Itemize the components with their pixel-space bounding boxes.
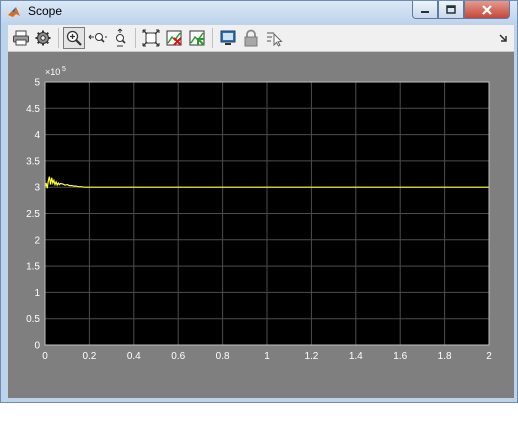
x-tick-label: 0.8	[216, 351, 230, 362]
scope-window: Scope 0 0.2 0.4 0.6 0.8 1 1.2 1.4 1.6 1.…	[0, 0, 518, 439]
maximize-button[interactable]	[438, 1, 464, 19]
zoom-y-button[interactable]	[109, 27, 131, 49]
parameters-button[interactable]	[32, 27, 54, 49]
print-button[interactable]	[10, 27, 32, 49]
y-exponent-label: ×10	[45, 67, 60, 77]
window-title: Scope	[28, 4, 63, 18]
select-signals-button[interactable]	[217, 27, 239, 49]
dock-button[interactable]	[494, 27, 512, 49]
y-tick-label: 4.5	[26, 104, 40, 115]
matlab-icon	[8, 7, 20, 17]
x-tick-label: 0.6	[171, 351, 185, 362]
x-tick-label: 1.6	[393, 351, 407, 362]
y-tick-label: 4	[34, 130, 40, 141]
toolbar-separator	[58, 28, 59, 48]
y-tick-label: 2	[34, 235, 40, 246]
close-icon	[482, 4, 492, 15]
printer-icon	[13, 30, 29, 46]
autoscale-icon	[142, 29, 160, 47]
zoom-in-icon	[66, 30, 82, 46]
x-tick-label: 0.4	[127, 351, 141, 362]
zoom-in-button[interactable]	[63, 27, 85, 49]
y-tick-label: 3	[34, 183, 40, 194]
time-offset-label: Time offset:	[17, 428, 69, 439]
cursor-icon	[267, 32, 283, 47]
save-axes-button[interactable]	[163, 27, 185, 49]
x-tick-label: 1.2	[304, 351, 318, 362]
scope-display: 0 0.2 0.4 0.6 0.8 1 1.2 1.4 1.6 1.8 2 0 0.5 1 1.5 2 2.5 3…	[8, 52, 514, 439]
save-axes-icon	[166, 30, 182, 46]
maximize-icon	[446, 4, 456, 14]
signal-select-icon	[220, 30, 236, 45]
restore-axes-button[interactable]	[186, 27, 208, 49]
x-tick-label: 0	[42, 351, 48, 362]
y-tick-label: 1	[34, 288, 40, 299]
signal-selection-button[interactable]	[263, 27, 285, 49]
lock-icon	[244, 29, 258, 47]
y-exponent-power: 5	[62, 66, 66, 73]
x-tick-label: 0.2	[82, 351, 96, 362]
close-button[interactable]	[464, 1, 510, 19]
zoom-x-icon	[88, 33, 107, 43]
y-tick-label: 5	[34, 78, 40, 89]
x-tick-label: 1	[264, 351, 270, 362]
toolbar	[8, 25, 514, 52]
y-tick-label: 1.5	[26, 262, 40, 273]
scope-plot[interactable]: 0 0.2 0.4 0.6 0.8 1 1.2 1.4 1.6 1.8 2 0 0.5 1 1.5 2 2.5 3…	[8, 52, 514, 398]
x-tick-label: 1.8	[438, 351, 452, 362]
time-offset-value: 0	[83, 428, 89, 439]
gear-icon	[35, 30, 51, 46]
minimize-button[interactable]	[412, 1, 438, 19]
minimize-icon	[421, 10, 429, 13]
toolbar-separator	[135, 28, 136, 48]
y-tick-label: 0	[34, 341, 40, 352]
y-tick-label: 3.5	[26, 156, 40, 167]
lock-button[interactable]	[240, 27, 262, 49]
zoom-x-button[interactable]	[87, 27, 109, 49]
y-tick-label: 0.5	[26, 314, 40, 325]
title-bar[interactable]: Scope	[1, 1, 517, 23]
toolbar-separator	[212, 28, 213, 48]
zoom-y-icon	[116, 28, 126, 47]
dock-arrow-icon	[499, 34, 507, 42]
restore-axes-icon	[189, 30, 205, 46]
y-tick-label: 2.5	[26, 209, 40, 220]
autoscale-button[interactable]	[140, 27, 162, 49]
x-tick-label: 2	[486, 351, 492, 362]
x-tick-label: 1.4	[349, 351, 363, 362]
